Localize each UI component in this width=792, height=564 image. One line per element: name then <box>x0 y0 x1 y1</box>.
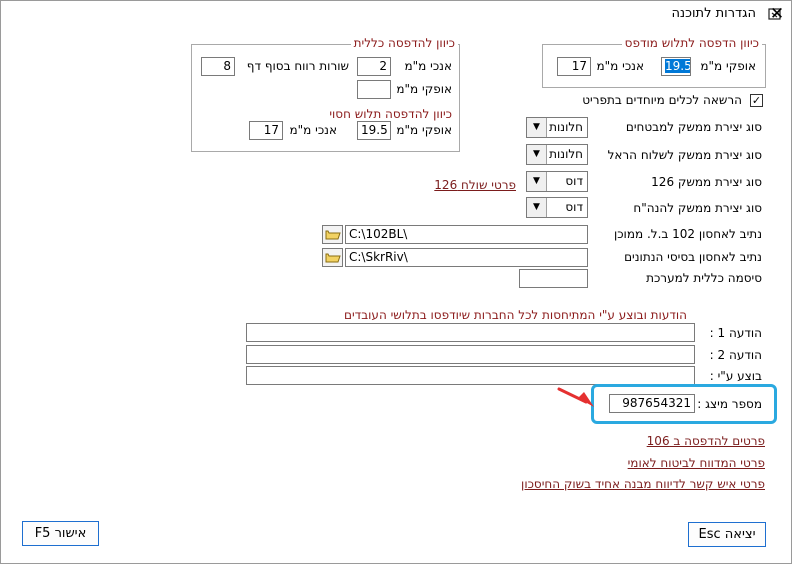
payslip-vertical-label: אנכי מ"מ <box>596 59 645 73</box>
message-2-label: הודעה 2 : <box>709 348 762 362</box>
message-2-input[interactable] <box>246 345 695 364</box>
interface-126-select[interactable]: ▼ דוס <box>526 171 588 192</box>
special-tools-label: הרשאה לכלים מיוחדים בתפריט <box>582 93 742 107</box>
payslip-print-legend: כיוון הדפסה לתלוש מודפס <box>621 36 762 50</box>
interface-126-label: סוג יצירת ממשק 126 <box>651 175 762 189</box>
title-bar: הגדרות לתוכנה ✕ <box>0 0 792 30</box>
general-vertical-label: אנכי מ"מ <box>404 59 453 73</box>
ok-button[interactable]: אישור F5 <box>22 521 99 546</box>
harel-interface-select[interactable]: ▼ חלונות <box>526 144 588 165</box>
chevron-down-icon[interactable]: ▼ <box>527 118 547 137</box>
missing-vertical-label: אנכי מ"מ <box>289 123 338 137</box>
path-102-label: נתיב לאחסון 102 ב.ל. ממוכן <box>613 227 762 241</box>
pointer-arrow-icon <box>557 387 594 407</box>
insurers-interface-label: סוג יצירת ממשק למבטחים <box>625 120 762 134</box>
chevron-down-icon[interactable]: ▼ <box>527 145 547 164</box>
special-tools-checkbox[interactable]: ✓ <box>750 94 763 107</box>
payslip-vertical-input[interactable]: 17 <box>557 57 591 76</box>
sender-126-link[interactable]: פרטי שולח 126 <box>434 178 516 192</box>
window-title: הגדרות לתוכנה <box>671 6 756 21</box>
insurers-interface-select[interactable]: ▼ חלונות <box>526 117 588 138</box>
done-by-input[interactable] <box>246 366 695 385</box>
close-icon[interactable]: ✕ <box>768 5 786 23</box>
missing-horizontal-input[interactable]: 19.5 <box>357 121 391 140</box>
message-1-label: הודעה 1 : <box>709 326 762 340</box>
missing-vertical-input[interactable]: 17 <box>249 121 283 140</box>
exit-button[interactable]: יציאה Esc <box>688 522 766 547</box>
messages-header: הודעות ובוצע ע"י המתיחסות לכל החברות שיו… <box>344 308 687 322</box>
general-horizontal-label: אופקי מ"מ <box>396 82 452 96</box>
chevron-down-icon[interactable]: ▼ <box>527 172 547 191</box>
print-106-link[interactable]: פרטים להדפסה ב 106 <box>647 434 765 448</box>
path-102-input[interactable]: C:\102BL\ <box>345 225 588 244</box>
path-db-label: נתיב לאחסון בסיסי הנתונים <box>624 250 762 264</box>
representative-input[interactable]: 987654321 <box>609 394 695 413</box>
blank-lines-label: שורות רווח בסוף דף <box>246 59 349 73</box>
chevron-down-icon[interactable]: ▼ <box>527 198 547 217</box>
savings-contact-link[interactable]: פרטי איש קשר לדיווח מבנה אחיד בשוק החיסכ… <box>521 477 765 491</box>
accounting-interface-label: סוג יצירת ממשק להנה"ח <box>633 201 762 215</box>
system-password-input[interactable] <box>519 269 588 288</box>
folder-open-icon[interactable] <box>322 248 343 267</box>
payslip-horizontal-input[interactable]: 19.5 <box>661 57 691 76</box>
missing-slip-legend: כיוון להדפסה תלוש חסוי <box>329 107 452 121</box>
general-print-legend: כיוון להדפסה כללית <box>350 36 458 50</box>
message-1-input[interactable] <box>246 323 695 342</box>
system-password-label: סיסמה כללית למערכת <box>646 271 762 285</box>
representative-label: מספר מיצג : <box>697 397 762 411</box>
general-horizontal-input[interactable] <box>357 80 391 99</box>
harel-interface-label: סוג יצירת ממשק לשלוח הראל <box>607 148 762 162</box>
general-vertical-input[interactable]: 2 <box>357 57 391 76</box>
blank-lines-input[interactable]: 8 <box>201 57 235 76</box>
payslip-horizontal-label: אופקי מ"מ <box>700 59 756 73</box>
accounting-interface-select[interactable]: ▼ דוס <box>526 197 588 218</box>
done-by-label: בוצע ע"י : <box>709 369 762 383</box>
folder-open-icon[interactable] <box>322 225 343 244</box>
missing-horizontal-label: אופקי מ"מ <box>396 123 452 137</box>
path-db-input[interactable]: C:\SkrRiv\ <box>345 248 588 267</box>
national-insurance-link[interactable]: פרטי המדווח לביטוח לאומי <box>628 456 765 470</box>
